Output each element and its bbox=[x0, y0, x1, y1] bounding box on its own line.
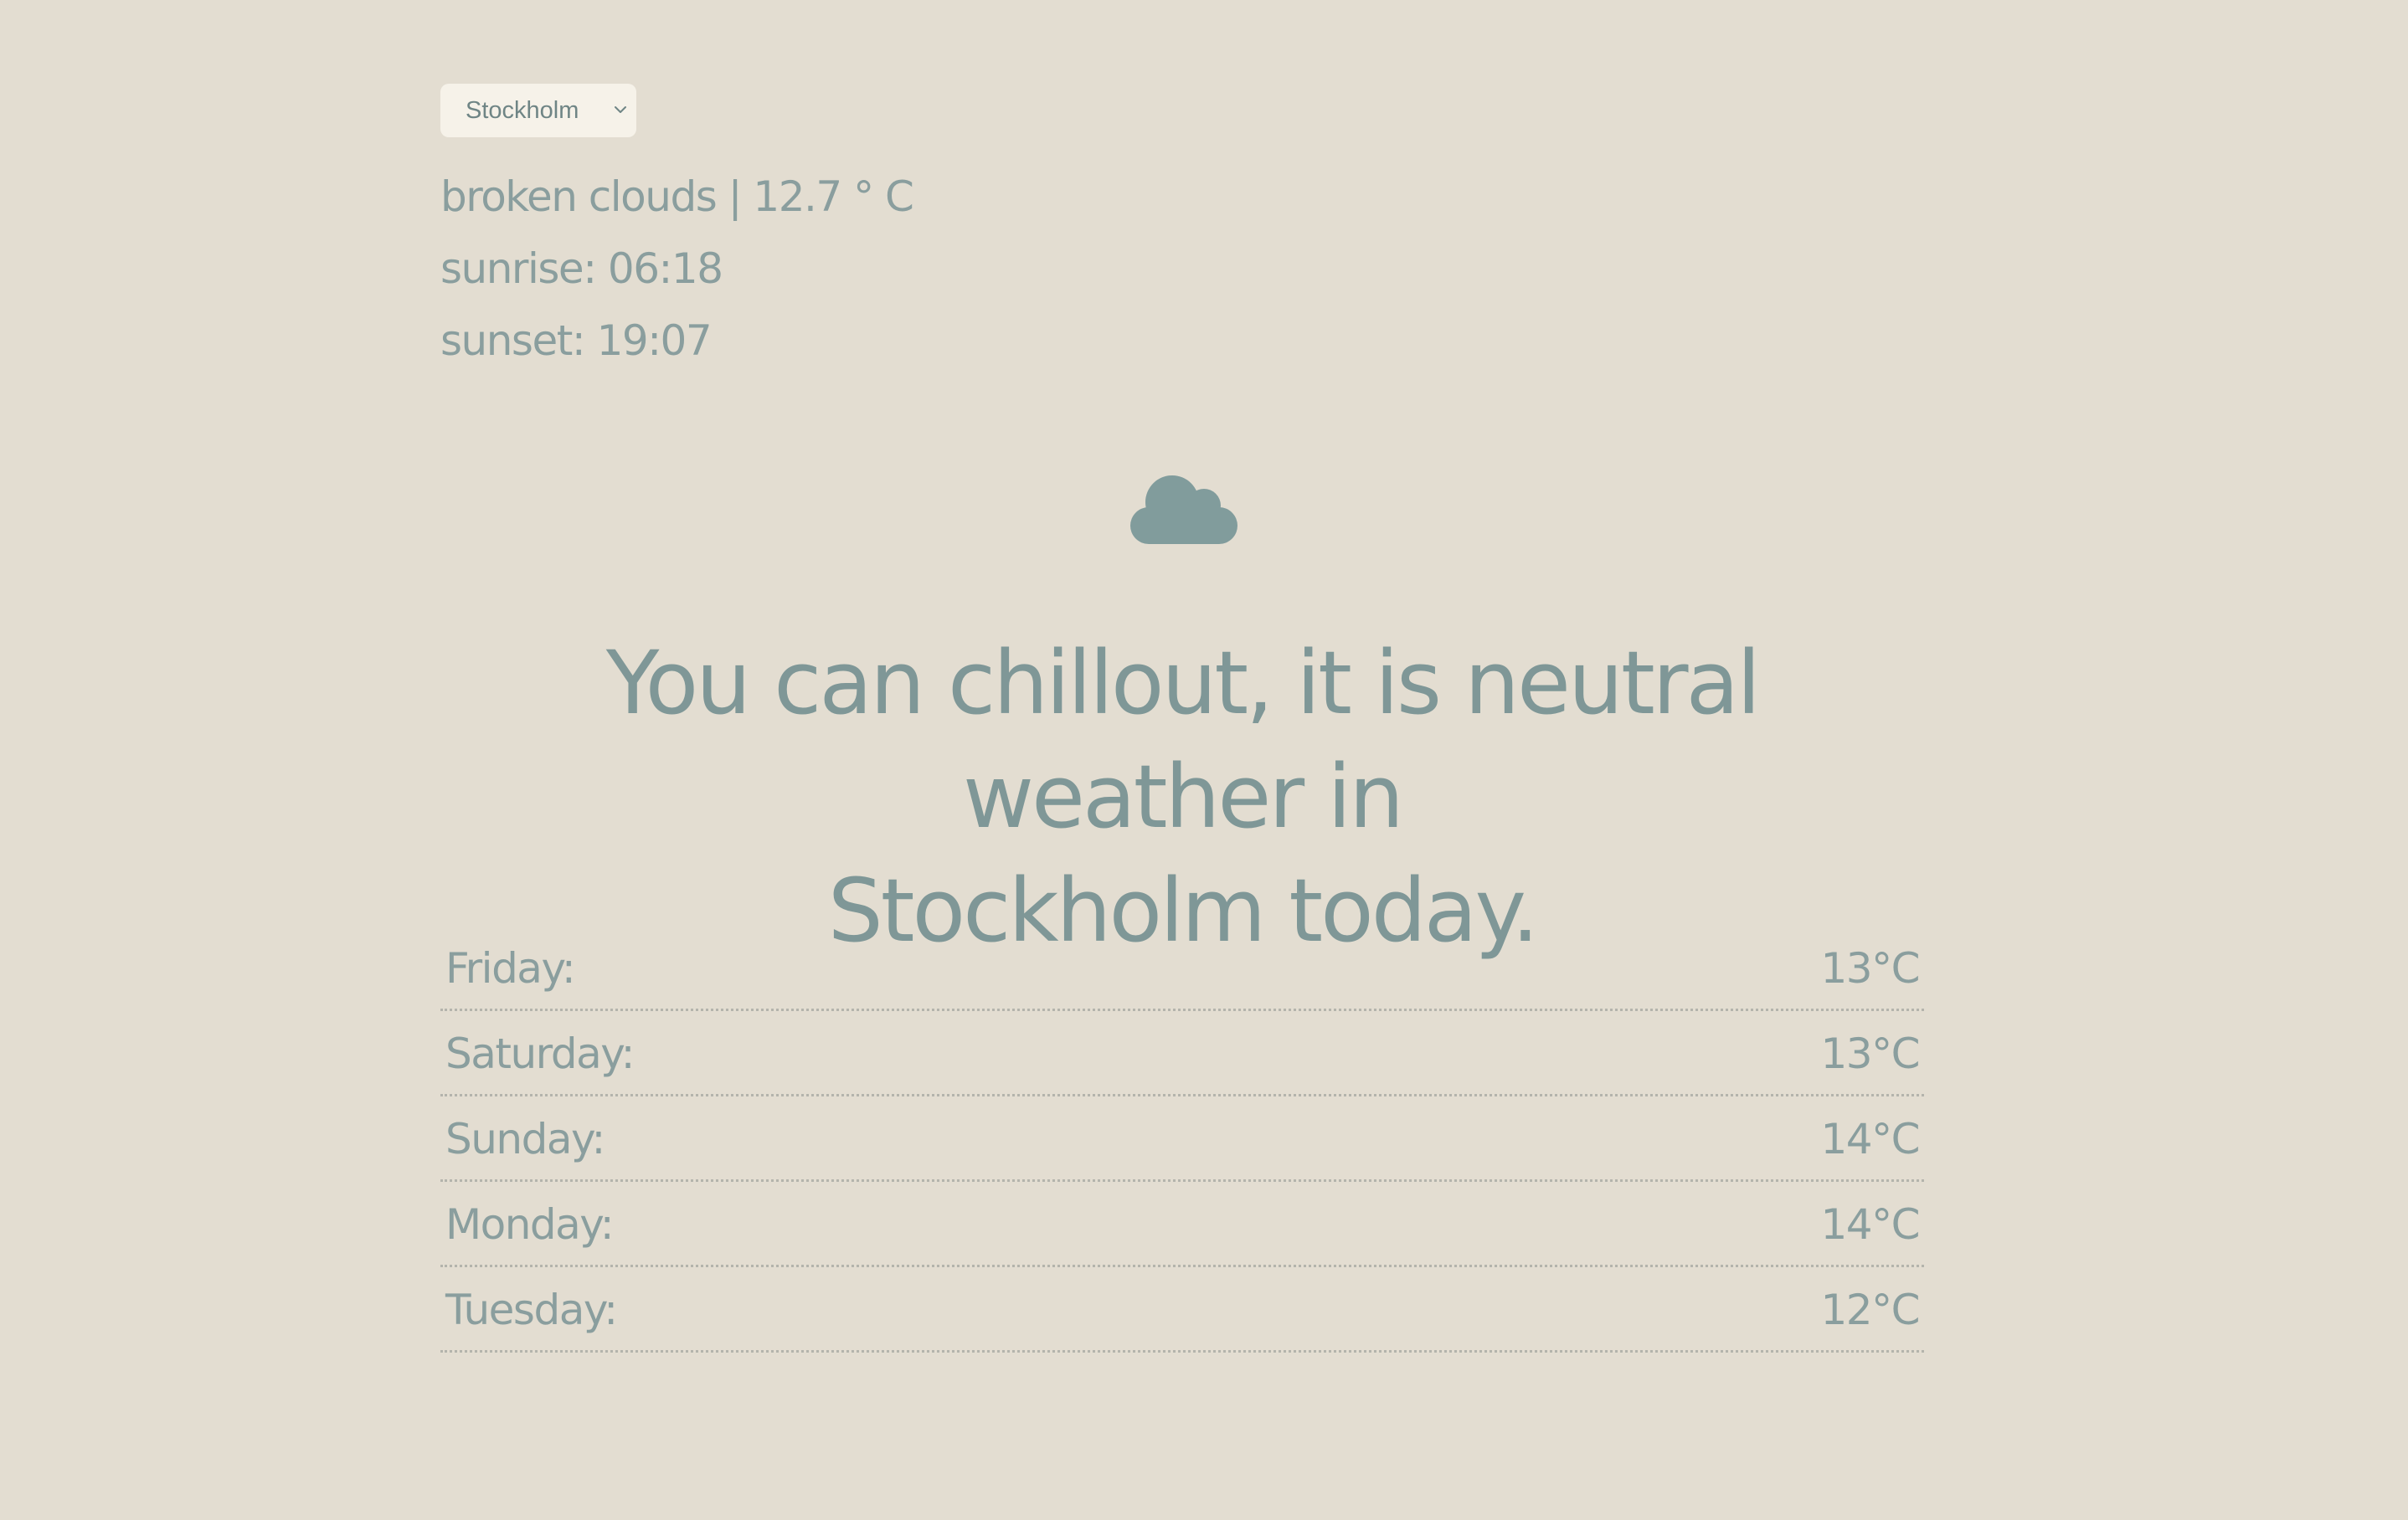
forecast-row: Monday: 14°C bbox=[440, 1184, 1924, 1267]
forecast-day: Friday: bbox=[445, 943, 576, 993]
forecast-row: Friday: 13°C bbox=[440, 927, 1924, 1011]
forecast-temp: 12°C bbox=[1820, 1285, 1920, 1334]
forecast-temp: 14°C bbox=[1820, 1199, 1920, 1249]
city-select[interactable]: Stockholm bbox=[440, 84, 636, 137]
forecast-temp: 14°C bbox=[1820, 1114, 1920, 1163]
forecast-day: Sunday: bbox=[445, 1114, 605, 1163]
headline-line-1: You can chillout, it is neutral weather … bbox=[605, 632, 1761, 848]
city-select-value: Stockholm bbox=[466, 96, 579, 124]
forecast-day: Tuesday: bbox=[445, 1285, 618, 1334]
forecast-row: Sunday: 14°C bbox=[440, 1098, 1924, 1182]
forecast-day: Monday: bbox=[445, 1199, 615, 1249]
sunset-time: sunset: 19:07 bbox=[440, 316, 713, 365]
forecast-list: Friday: 13°C Saturday: 13°C Sunday: 14°C… bbox=[440, 927, 1924, 1354]
forecast-row: Saturday: 13°C bbox=[440, 1013, 1924, 1096]
current-conditions: broken clouds | 12.7 ° C bbox=[440, 172, 914, 221]
forecast-temp: 13°C bbox=[1820, 1029, 1920, 1078]
headline-message: You can chillout, it is neutral weather … bbox=[440, 626, 1924, 968]
forecast-row: Tuesday: 12°C bbox=[440, 1269, 1924, 1353]
sunrise-time: sunrise: 06:18 bbox=[440, 244, 723, 293]
chevron-down-icon bbox=[615, 106, 626, 113]
cloud-icon bbox=[1130, 475, 1237, 544]
forecast-temp: 13°C bbox=[1820, 943, 1920, 993]
forecast-day: Saturday: bbox=[445, 1029, 635, 1078]
